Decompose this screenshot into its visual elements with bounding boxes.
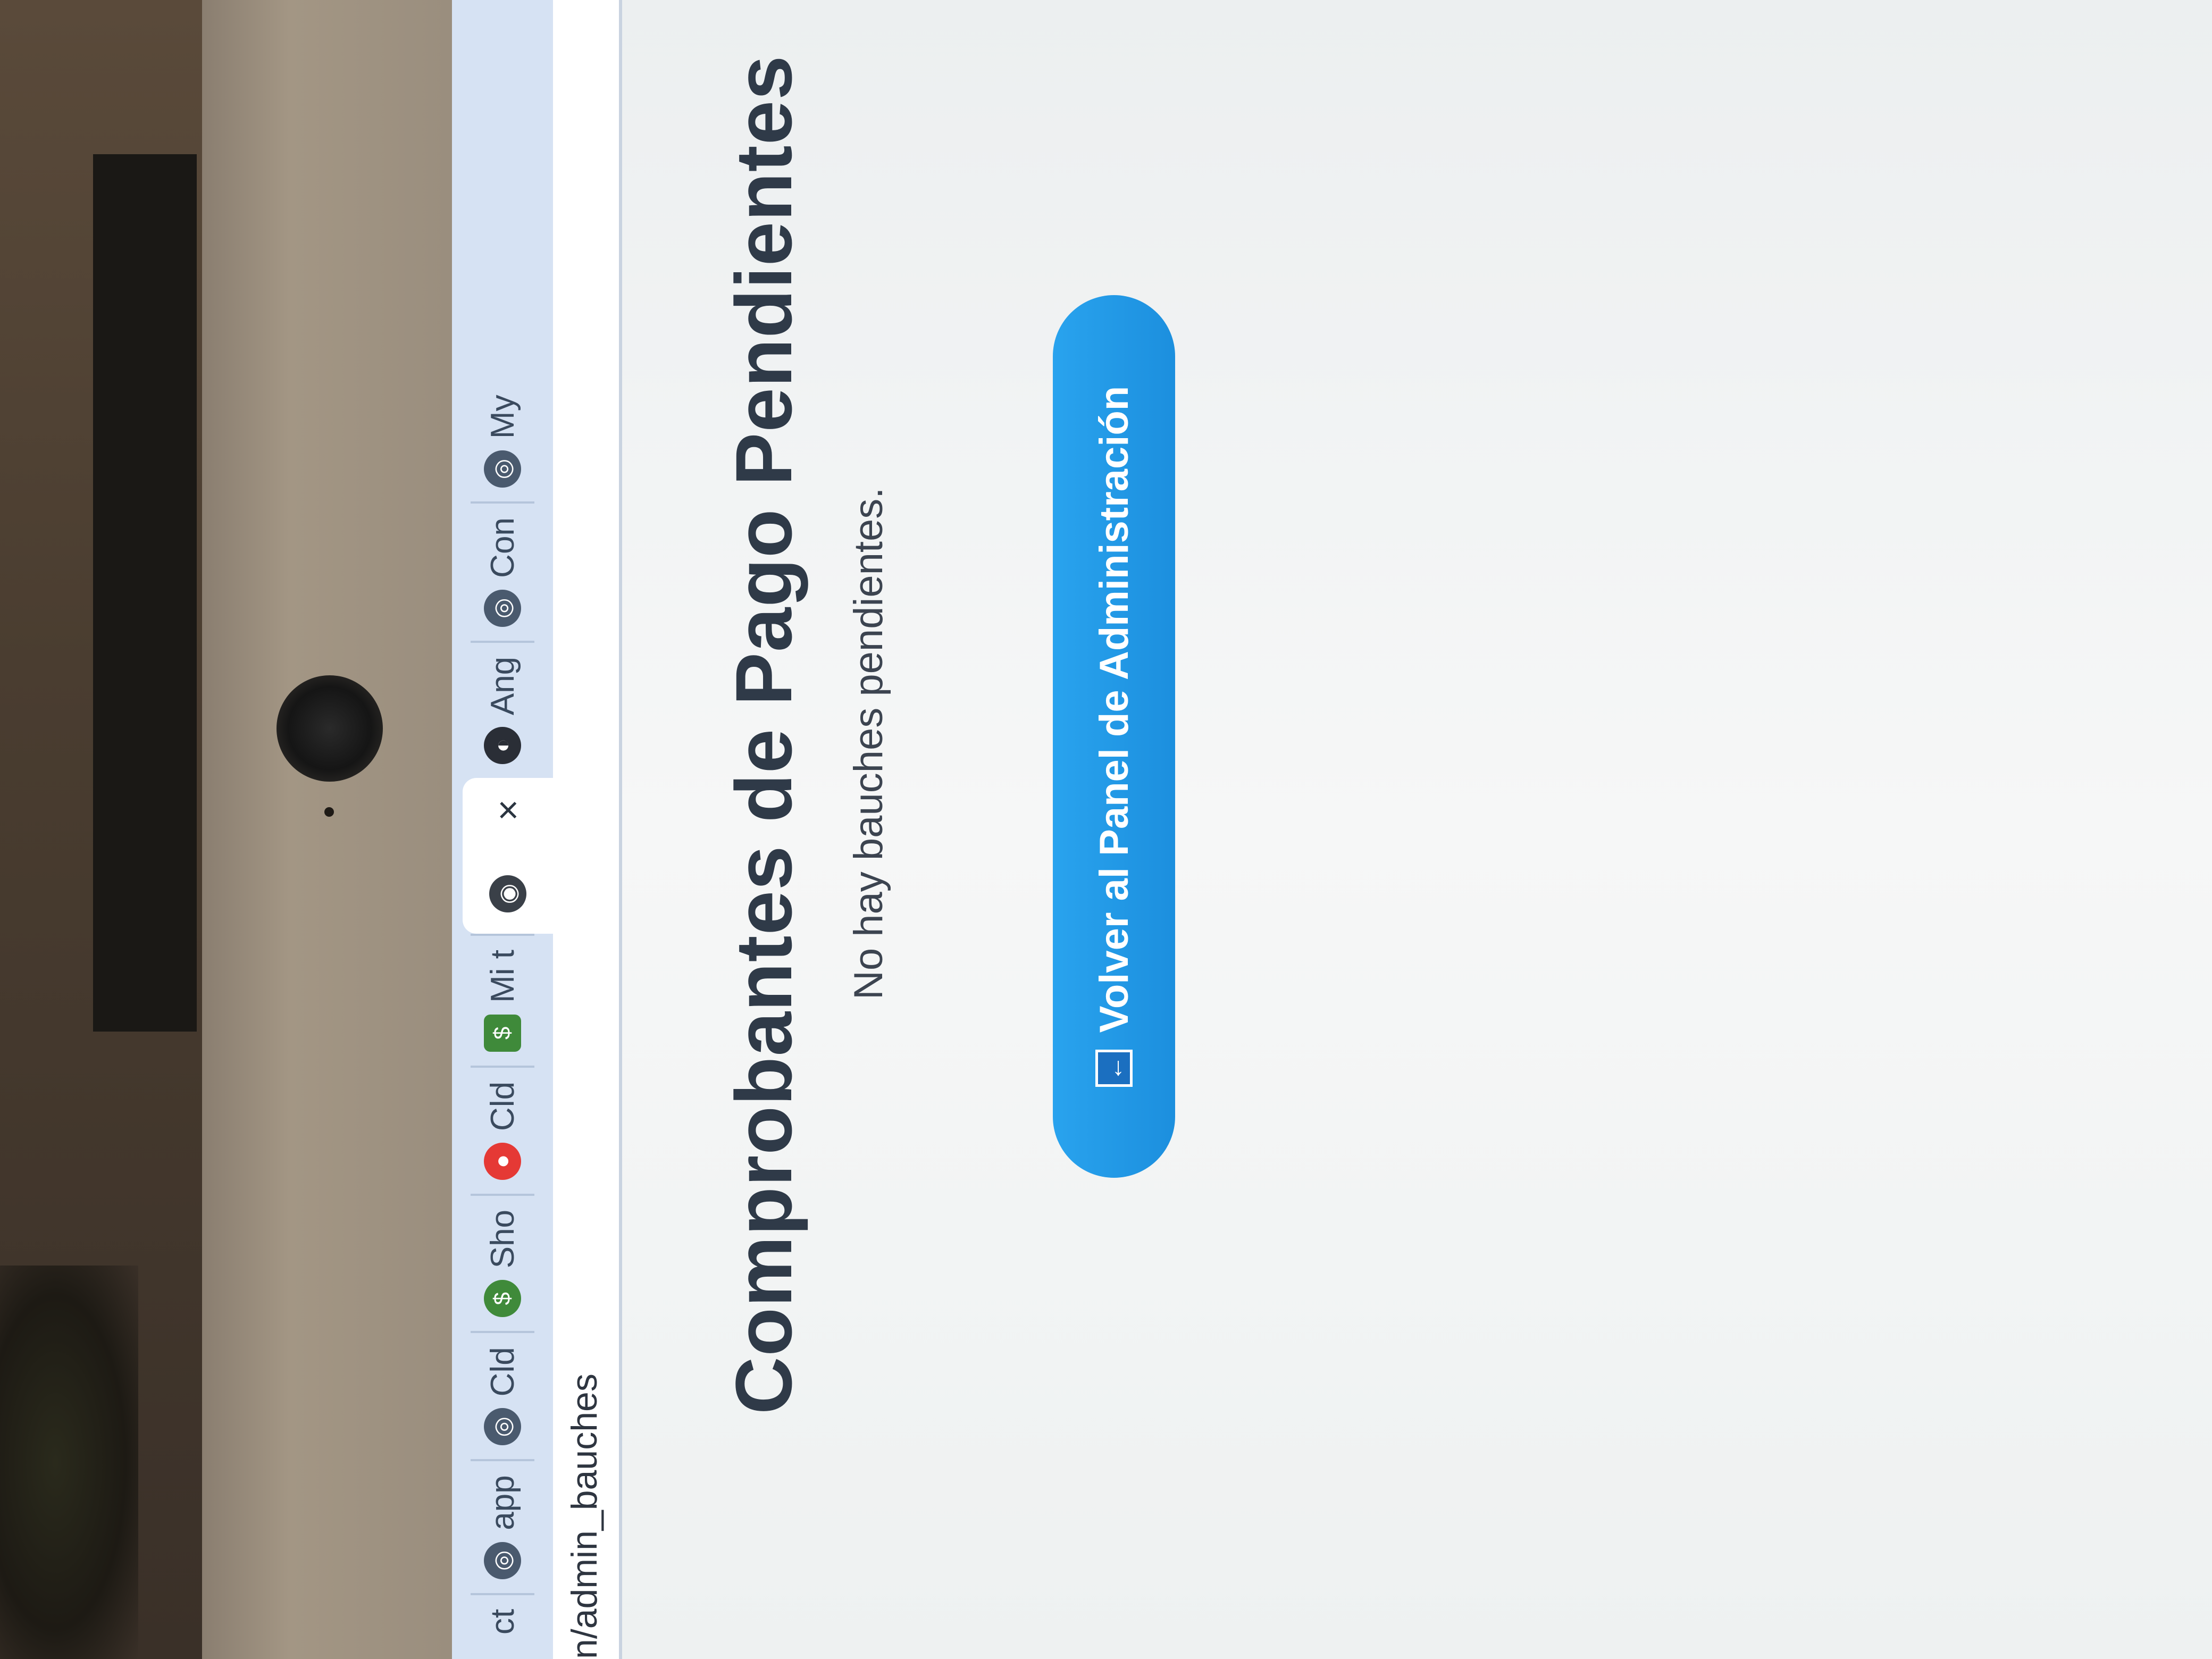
wall-poster bbox=[93, 154, 197, 1032]
tab-0[interactable]: ct bbox=[471, 1593, 534, 1648]
address-bar[interactable]: n/admin_bauches bbox=[553, 0, 622, 1659]
tab-3[interactable]: $ Sho bbox=[471, 1193, 534, 1331]
tab-label: app bbox=[484, 1475, 521, 1530]
tab-label: Cld bbox=[484, 1081, 521, 1131]
globe-icon: ◎ bbox=[484, 450, 521, 488]
empty-state-message: No hay bauches pendientes. bbox=[846, 487, 891, 1000]
tab-label: ct bbox=[484, 1608, 521, 1635]
tab-label: Sho bbox=[484, 1209, 521, 1269]
monitor-bezel bbox=[202, 0, 452, 1659]
page-title: Comprobantes de Pago Pendientes bbox=[719, 55, 808, 1414]
arrow-left-icon: ← bbox=[1095, 1050, 1133, 1087]
tab-4[interactable]: ● Cld bbox=[471, 1065, 534, 1194]
url-text: n/admin_bauches bbox=[564, 1373, 605, 1659]
tab-label: Cld bbox=[484, 1347, 521, 1397]
tab-5[interactable]: $ Mi t bbox=[471, 934, 534, 1066]
tab-2[interactable]: ◎ Cld bbox=[471, 1331, 534, 1460]
globe-icon: ◎ bbox=[484, 589, 521, 627]
tab-9[interactable]: ◎ My bbox=[471, 381, 534, 501]
record-icon: ● bbox=[484, 1142, 521, 1180]
shopify-icon: $ bbox=[484, 1280, 521, 1318]
plant bbox=[0, 1266, 138, 1659]
back-to-admin-panel-button[interactable]: ← Volver al Panel de Administración bbox=[1053, 295, 1175, 1178]
monitor-screen: ct ◎ app ◎ Cld $ Sho ● Cld $ Mi t ◉ × ◐ … bbox=[452, 0, 2212, 1659]
page-content: Comprobantes de Pago Pendientes No hay b… bbox=[622, 0, 2212, 1659]
back-button-label: Volver al Panel de Administración bbox=[1091, 386, 1137, 1033]
webcam-icon bbox=[276, 675, 383, 782]
tab-1[interactable]: ◎ app bbox=[471, 1459, 534, 1593]
github-icon: ◐ bbox=[484, 727, 521, 765]
browser-window: ct ◎ app ◎ Cld $ Sho ● Cld $ Mi t ◉ × ◐ … bbox=[452, 0, 2212, 1659]
tab-bar: ct ◎ app ◎ Cld $ Sho ● Cld $ Mi t ◉ × ◐ … bbox=[452, 0, 553, 1659]
tab-label: Mi t bbox=[484, 950, 521, 1003]
close-tab-icon[interactable]: × bbox=[487, 799, 529, 821]
globe-icon: ◎ bbox=[484, 1541, 521, 1579]
shopify-icon: $ bbox=[484, 1014, 521, 1052]
webcam-led-icon bbox=[324, 807, 334, 817]
globe-icon: ◎ bbox=[484, 1408, 521, 1446]
tab-8[interactable]: ◎ Con bbox=[471, 501, 534, 641]
tab-label: Con bbox=[484, 517, 521, 578]
tab-label: Ang bbox=[484, 656, 521, 716]
room-background bbox=[0, 0, 213, 1659]
tab-7[interactable]: ◐ Ang bbox=[471, 640, 534, 778]
globe-icon: ◉ bbox=[489, 875, 526, 913]
photo-stage: ct ◎ app ◎ Cld $ Sho ● Cld $ Mi t ◉ × ◐ … bbox=[0, 0, 2212, 1659]
tab-label: My bbox=[484, 395, 521, 439]
tab-active[interactable]: ◉ × bbox=[463, 778, 553, 934]
